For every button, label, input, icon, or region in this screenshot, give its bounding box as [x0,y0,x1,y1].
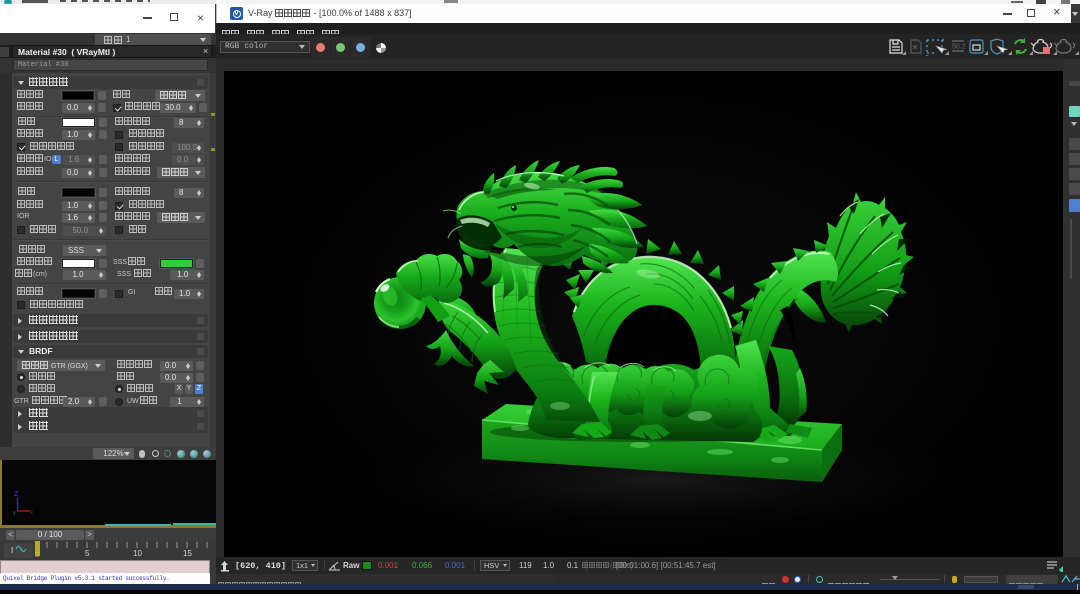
svg-text:Y: Y [12,511,17,518]
svg-text:50.2: 50.2 [952,44,966,51]
svg-text:Z: Z [14,491,19,498]
svg-text:15: 15 [183,549,192,558]
svg-text:I: I [11,546,13,555]
svg-text:x: x [30,510,33,516]
svg-text:0: 0 [35,550,39,559]
svg-text:10: 10 [133,549,142,558]
svg-text:5: 5 [85,549,90,558]
